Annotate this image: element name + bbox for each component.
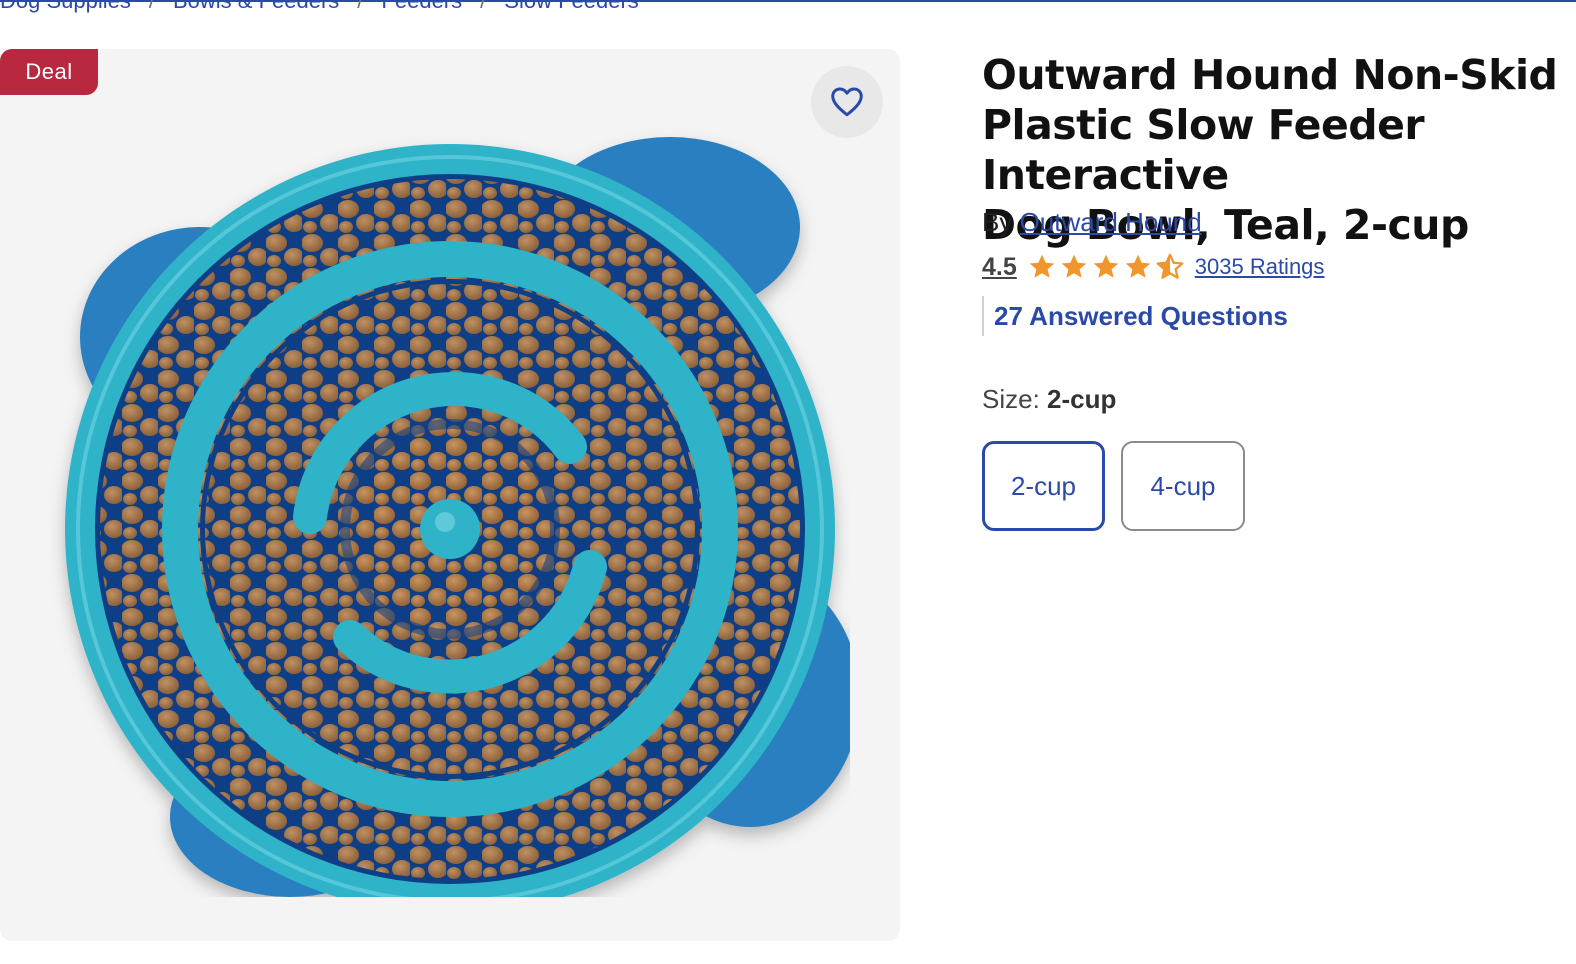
rating-row: 4.5 3035 Ratings <box>982 252 1324 282</box>
size-selector-label: Size: 2-cup <box>982 384 1116 415</box>
byline: By Outward Hound <box>982 207 1202 238</box>
brand-link[interactable]: Outward Hound <box>1020 207 1202 237</box>
size-label: Size: <box>982 384 1040 414</box>
star-icon <box>1061 254 1087 278</box>
star-icon <box>1029 254 1055 278</box>
star-rating[interactable] <box>1027 252 1185 282</box>
selected-size-value: 2-cup <box>1047 384 1117 414</box>
heart-outline-icon <box>831 87 863 117</box>
product-image-panel[interactable]: Deal <box>0 49 900 941</box>
breadcrumb-bowls-feeders[interactable]: Bowls & Feeders <box>173 0 339 14</box>
breadcrumb-separator: / <box>480 0 487 13</box>
by-label: By <box>982 207 1013 237</box>
breadcrumb-slow-feeders[interactable]: Slow Feeders <box>504 0 639 14</box>
rating-value[interactable]: 4.5 <box>982 253 1017 282</box>
ratings-count-link[interactable]: 3035 Ratings <box>1195 254 1325 280</box>
breadcrumb-separator: / <box>148 0 155 13</box>
star-icon <box>1093 254 1119 278</box>
breadcrumb-feeders[interactable]: Feeders <box>381 0 462 14</box>
size-option-2-cup[interactable]: 2-cup <box>982 441 1105 531</box>
deal-badge: Deal <box>0 49 98 95</box>
breadcrumb-separator: / <box>357 0 364 13</box>
answered-questions-link[interactable]: 27 Answered Questions <box>982 296 1288 336</box>
size-option-4-cup[interactable]: 4-cup <box>1121 441 1245 531</box>
breadcrumb: Dog Supplies / Bowls & Feeders / Feeders… <box>0 0 639 16</box>
breadcrumb-dog-supplies[interactable]: Dog Supplies <box>0 0 131 14</box>
product-image <box>65 137 850 897</box>
star-icon <box>1125 254 1151 278</box>
size-options: 2-cup 4-cup <box>982 441 1245 531</box>
half-star-icon <box>1156 253 1184 279</box>
favorite-button[interactable] <box>811 66 883 138</box>
